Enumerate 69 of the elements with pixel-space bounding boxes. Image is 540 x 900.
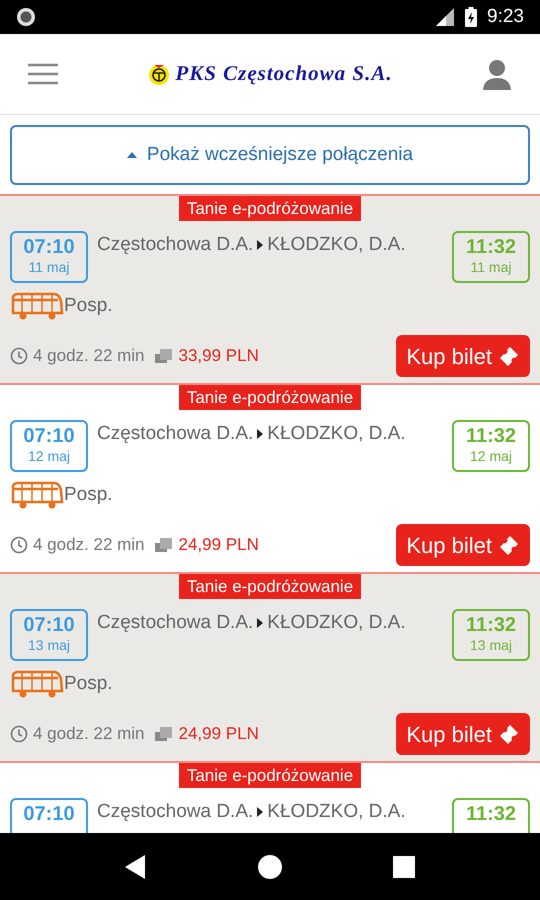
promo-badge: Tanie e-podróżowanie <box>178 763 362 788</box>
triangle-icon <box>257 807 264 817</box>
connection-card[interactable]: Tanie e-podróżowanie 07:10 Częstochowa D.A. KŁODZKO, D.A. 11:32 <box>0 761 540 833</box>
bus-icon <box>10 291 64 321</box>
connection-type: Posp. <box>64 482 113 507</box>
clock-icon <box>10 725 28 743</box>
arrival-date: 12 maj <box>470 448 512 464</box>
cash-icon <box>154 537 173 553</box>
promo-badge: Tanie e-podróżowanie <box>178 196 362 221</box>
departure-time: 07:10 <box>23 613 75 637</box>
route-origin: Częstochowa D.A. <box>97 422 254 446</box>
arrival-date: 13 maj <box>470 637 512 653</box>
route-origin: Częstochowa D.A. <box>97 233 254 257</box>
departure-time: 07:10 <box>23 802 75 826</box>
departure-time: 07:10 <box>23 235 75 259</box>
travel-duration: 4 godz. 22 min <box>33 534 145 556</box>
menu-icon[interactable] <box>28 63 58 85</box>
home-icon[interactable] <box>258 854 282 878</box>
buy-ticket-button[interactable]: Kup bilet <box>396 524 530 566</box>
caret-up-icon <box>126 152 137 158</box>
record-icon <box>16 7 36 27</box>
clock-time: 9:23 <box>487 4 524 29</box>
departure-date: 13 maj <box>28 637 70 653</box>
route-destination: KŁODZKO, D.A. <box>267 800 406 824</box>
arrival-time: 11:32 <box>466 235 516 259</box>
departure-date: 11 maj <box>28 259 70 275</box>
route-origin: Częstochowa D.A. <box>97 800 254 824</box>
earlier-connections-button[interactable]: Pokaż wcześniejsze połączenia <box>10 125 530 185</box>
triangle-icon <box>257 618 264 628</box>
back-icon[interactable] <box>125 854 148 878</box>
arrival-time: 11:32 <box>466 613 516 637</box>
logo-icon <box>147 62 172 86</box>
connection-type: Posp. <box>64 294 113 318</box>
ticket-price: 24,99 PLN <box>178 534 259 556</box>
ticket-icon <box>498 723 520 745</box>
triangle-icon <box>257 429 264 439</box>
promo-badge: Tanie e-podróżowanie <box>178 385 362 410</box>
bus-icon <box>10 480 64 510</box>
travel-duration: 4 godz. 22 min <box>33 723 145 746</box>
connection-card[interactable]: Tanie e-podróżowanie 07:10 11 maj Częstochowa D.A. KŁODZKO, D.A. 11:32 11 maj Posp. 4 godz. 22 min 33,99 PLN Kup bilet <box>0 194 540 383</box>
ticket-price: 33,99 PLN <box>178 345 259 368</box>
travel-duration: 4 godz. 22 min <box>33 345 145 368</box>
triangle-icon <box>257 240 264 250</box>
buy-ticket-button[interactable]: Kup bilet <box>396 335 530 377</box>
logo-text: PKS Częstochowa S.A. <box>175 60 393 88</box>
recents-icon[interactable] <box>392 856 415 878</box>
user-icon[interactable] <box>482 58 512 90</box>
departure-date: 12 maj <box>28 448 70 464</box>
route-destination: KŁODZKO, D.A. <box>267 611 406 635</box>
cash-icon <box>154 348 173 364</box>
route-destination: KŁODZKO, D.A. <box>267 233 406 257</box>
buy-ticket-button[interactable]: Kup bilet <box>396 713 530 755</box>
cash-icon <box>154 726 173 742</box>
connection-card[interactable]: Tanie e-podróżowanie 07:10 13 maj Częstochowa D.A. KŁODZKO, D.A. 11:32 13 maj Posp. 4 godz. 22 min 24,99 PLN Kup bilet <box>0 572 540 761</box>
route-destination: KŁODZKO, D.A. <box>267 422 406 446</box>
ticket-price: 24,99 PLN <box>178 723 259 746</box>
ticket-icon <box>498 345 520 367</box>
ticket-icon <box>498 534 520 556</box>
arrival-time: 11:32 <box>466 802 516 826</box>
connection-type: Posp. <box>64 672 113 696</box>
battery-icon <box>465 7 478 27</box>
arrival-time: 11:32 <box>466 424 516 448</box>
clock-icon <box>10 347 28 365</box>
promo-badge: Tanie e-podróżowanie <box>178 574 362 599</box>
route-origin: Częstochowa D.A. <box>97 611 254 635</box>
departure-time: 07:10 <box>23 424 75 448</box>
bus-icon <box>10 669 64 699</box>
clock-icon <box>10 536 28 554</box>
arrival-date: 11 maj <box>470 259 512 275</box>
